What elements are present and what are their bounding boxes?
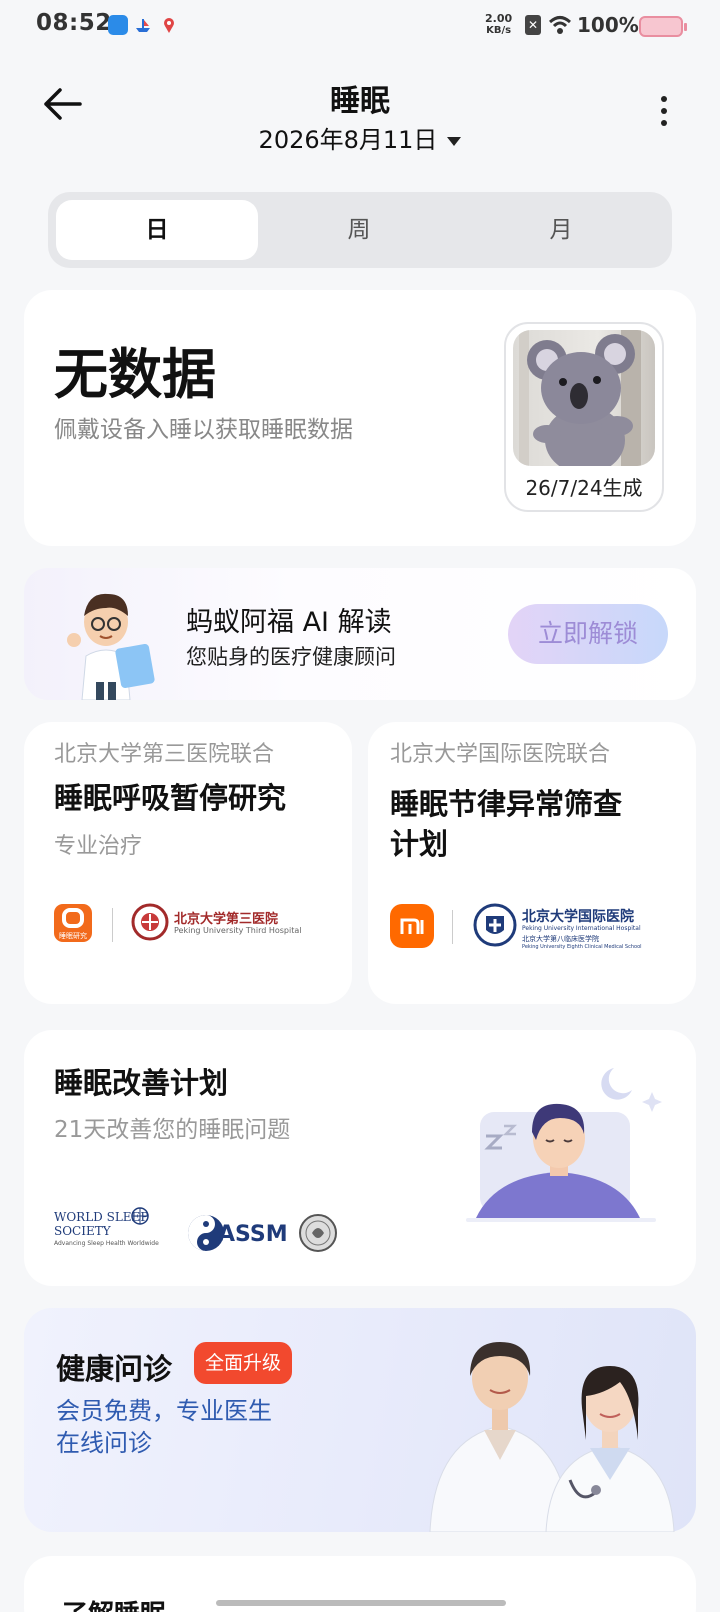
battery-percent: 100% (577, 13, 639, 37)
ai-promo-subtitle: 您贴身的医疗健康顾问 (186, 645, 396, 669)
research-title: 睡眠节律异常筛查计划 (390, 787, 623, 861)
peking-eighth-school-name-en: Peking University Eighth Clinical Medica… (522, 944, 642, 950)
status-time: 08:52 (36, 10, 112, 36)
date-picker[interactable]: 2026年8月11日 (0, 120, 720, 155)
peking-third-hospital-name-en: Peking University Third Hospital (174, 926, 302, 935)
plan-subtitle: 21天改善您的睡眠问题 (54, 1117, 291, 1143)
learn-sleep-title: 了解睡眠 (62, 1594, 166, 1612)
peking-intl-hospital-name-en: Peking University International Hospital (522, 925, 641, 932)
sim-icon: ✕ (525, 15, 541, 35)
research-org: 北京大学第三医院联合 (54, 742, 275, 767)
status-bar: 08:52 2.00 KB/s ✕ 100% (0, 0, 720, 56)
sleeping-person-illustration (456, 1052, 666, 1242)
consult-title: 健康问诊 (56, 1352, 173, 1386)
avatar-caption: 26/7/24生成 (525, 476, 643, 500)
research-subtitle: 专业治疗 (54, 834, 143, 859)
research-title: 睡眠呼吸暂停研究 (54, 781, 287, 815)
assm-logo-text: ASSM (218, 1222, 288, 1247)
wifi-icon (548, 14, 572, 36)
gesture-home-bar[interactable] (216, 1600, 506, 1606)
date-label: 2026年8月11日 (258, 126, 438, 154)
research-org: 北京大学国际医院联合 (390, 742, 611, 767)
tab-day[interactable]: 日 (56, 200, 258, 260)
logo-divider (112, 908, 113, 942)
logo-divider (452, 910, 453, 944)
sleep-association-seal-icon (298, 1213, 338, 1253)
mi-logo-icon (390, 904, 434, 948)
period-tabs: 日 周 月 (48, 192, 672, 268)
peking-intl-hospital-name: 北京大学国际医院 (522, 909, 634, 925)
peking-eighth-school-name: 北京大学第八临床医学院 (522, 935, 599, 943)
world-sleep-society-tagline: Advancing Sleep Health Worldwide (54, 1240, 159, 1247)
location-notification-icon (160, 16, 178, 34)
battery-icon (639, 16, 687, 37)
tab-month[interactable]: 月 (460, 200, 662, 260)
cartoon-doctor-image (66, 586, 166, 701)
network-speed-value: 2.00 (485, 12, 513, 25)
network-speed: 2.00 KB/s (485, 13, 512, 37)
research-card-osa[interactable]: 北京大学第三医院联合 睡眠呼吸暂停研究 专业治疗 睡眠研究 北京大学第三医院 P… (24, 722, 352, 1004)
unlock-button[interactable]: 立即解锁 (508, 604, 668, 664)
page-title: 睡眠 (330, 84, 390, 119)
world-sleep-society-logo: WORLD SLEEP SOCIETY Advancing Sleep Heal… (54, 1207, 162, 1254)
no-data-title: 无数据 (54, 343, 216, 406)
boat-notification-icon (134, 16, 152, 34)
more-menu-icon[interactable] (654, 96, 674, 130)
consult-subtitle: 会员免费，专业医生在线问诊 (56, 1397, 272, 1457)
app-notification-icon (108, 15, 128, 35)
upgrade-badge: 全面升级 (194, 1342, 292, 1384)
sleep-research-app-logo: 睡眠研究 (54, 904, 92, 942)
no-data-subtitle: 佩戴设备入睡以获取睡眠数据 (54, 417, 353, 443)
ai-promo-title: 蚂蚁阿福 AI 解读 (186, 607, 392, 638)
peking-intl-hospital-emblem-icon (472, 902, 518, 948)
sleep-research-app-logo-text: 睡眠研究 (59, 932, 87, 940)
tab-week[interactable]: 周 (258, 200, 460, 260)
peking-third-hospital-name: 北京大学第三医院 (174, 912, 279, 927)
network-speed-unit: KB/s (486, 25, 512, 36)
peking-third-hospital-emblem-icon (130, 902, 170, 942)
koala-avatar-image (513, 330, 655, 466)
doctors-photo (420, 1330, 690, 1532)
plan-title: 睡眠改善计划 (54, 1066, 229, 1100)
research-card-rhythm[interactable]: 北京大学国际医院联合 睡眠节律异常筛查计划 北京大学国际医院 Peking Un… (368, 722, 696, 1004)
caret-down-icon (447, 136, 462, 146)
